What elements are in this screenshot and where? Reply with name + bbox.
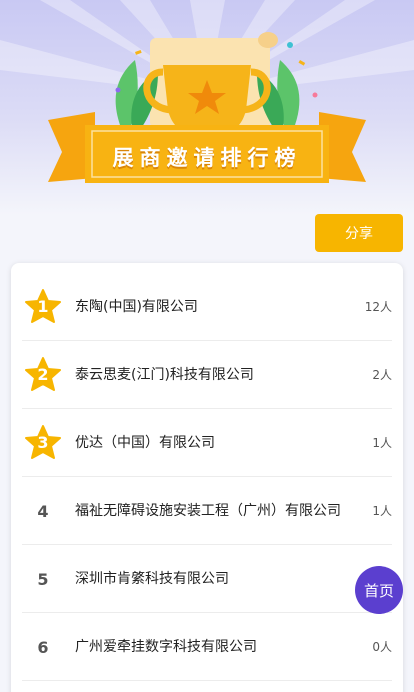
rank-badge: 2 — [22, 341, 64, 409]
rank-badge: 5 — [22, 545, 64, 613]
invite-count: 0人 — [372, 640, 392, 654]
table-row[interactable]: 1 东陶(中国)有限公司 12人 — [22, 273, 392, 341]
banner-title: 展商邀请排行榜 — [112, 146, 302, 170]
hero-banner: 展商邀请排行榜 — [0, 0, 414, 215]
home-button[interactable]: 首页 — [355, 566, 403, 614]
company-name: 泰云思麦(江门)科技有限公司 — [75, 367, 254, 383]
rank-number: 1 — [37, 297, 49, 316]
table-row[interactable]: 6 广州爱牵挂数字科技有限公司 0人 — [22, 613, 392, 681]
company-name: 东陶(中国)有限公司 — [75, 299, 198, 315]
ranking-list: 1 东陶(中国)有限公司 12人 2 泰云思麦(江门)科技有限公司 2人 3 优… — [11, 263, 403, 692]
table-row[interactable]: 2 泰云思麦(江门)科技有限公司 2人 — [22, 341, 392, 409]
rank-badge: 4 — [22, 477, 64, 545]
invite-count: 1人 — [372, 504, 392, 518]
rank-number: 6 — [37, 637, 49, 657]
company-name: 优达（中国）有限公司 — [75, 435, 215, 451]
company-name: 广州爱牵挂数字科技有限公司 — [75, 639, 257, 655]
share-button[interactable]: 分享 — [315, 214, 403, 252]
rank-number: 4 — [37, 501, 49, 521]
table-row[interactable]: 3 优达（中国）有限公司 1人 — [22, 409, 392, 477]
company-name: 深圳市肯綮科技有限公司 — [75, 571, 229, 587]
rank-number: 3 — [37, 433, 49, 452]
table-row[interactable]: 4 福祉无障碍设施安装工程（广州）有限公司 1人 — [22, 477, 392, 545]
rank-badge: 6 — [22, 613, 64, 681]
rank-number: 2 — [37, 365, 49, 384]
invite-count: 12人 — [364, 300, 392, 314]
company-name: 福祉无障碍设施安装工程（广州）有限公司 — [75, 503, 341, 519]
invite-count: 1人 — [372, 436, 392, 450]
rank-number: 5 — [37, 569, 49, 589]
table-row[interactable]: 5 深圳市肯綮科技有限公司 — [22, 545, 392, 613]
invite-count: 2人 — [372, 368, 392, 382]
hero-illustration — [0, 0, 414, 183]
rank-badge: 1 — [22, 273, 64, 341]
rank-badge: 3 — [22, 409, 64, 477]
